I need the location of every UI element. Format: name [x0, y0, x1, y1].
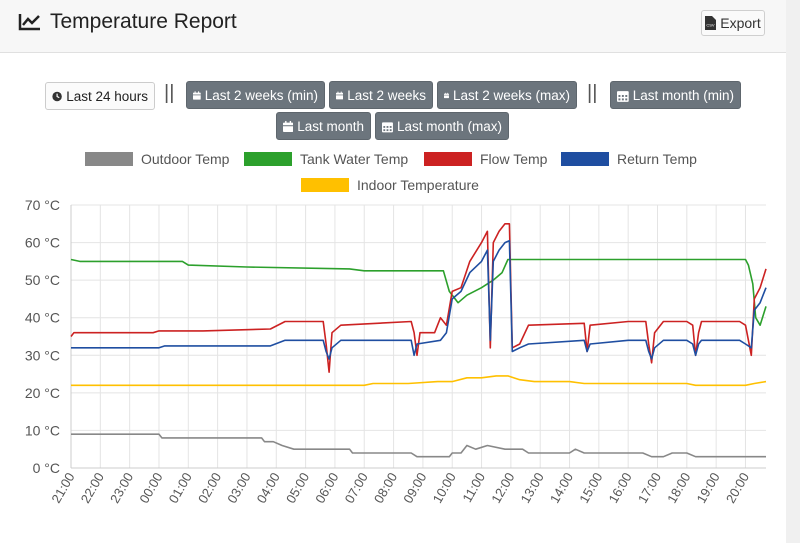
x-tick-label: 08:00: [371, 470, 400, 506]
legend-label: Tank Water Temp: [300, 151, 409, 167]
legend-swatch: [561, 152, 609, 166]
separator: ||: [587, 82, 598, 104]
last-24-hours-label: Last 24 hours: [66, 88, 148, 104]
y-tick-label: 10 °C: [25, 422, 60, 438]
x-tick-label: 20:00: [723, 470, 752, 506]
csv-file-icon: CSV: [705, 16, 717, 30]
y-tick-label: 60 °C: [25, 235, 60, 251]
scrollbar[interactable]: [786, 0, 800, 543]
legend-item-indoor[interactable]: Indoor Temperature: [301, 176, 479, 194]
calendar-grid-icon: [382, 121, 393, 132]
legend-label: Flow Temp: [480, 151, 548, 167]
y-tick-label: 50 °C: [25, 272, 60, 288]
legend-item-tank-water[interactable]: Tank Water Temp: [244, 150, 408, 168]
page-title: Temperature Report: [50, 10, 237, 33]
last-2-weeks-min-label: Last 2 weeks (min): [204, 87, 318, 103]
x-tick-label: 15:00: [576, 470, 605, 506]
legend-swatch: [244, 152, 292, 166]
calendar-icon: [444, 92, 449, 98]
x-tick-label: 10:00: [430, 470, 459, 506]
x-tick-label: 00:00: [136, 470, 165, 506]
y-tick-label: 0 °C: [33, 460, 60, 476]
calendar-icon: [193, 90, 201, 100]
last-month-button[interactable]: Last month: [276, 112, 371, 140]
last-2-weeks-max-label: Last 2 weeks (max): [452, 87, 570, 103]
y-tick-label: 20 °C: [25, 385, 60, 401]
x-tick-label: 14:00: [547, 470, 576, 506]
calendar-icon: [283, 120, 294, 132]
x-tick-label: 04:00: [254, 470, 283, 506]
calendar-grid-icon: [617, 90, 629, 102]
last-2-weeks-max-button[interactable]: Last 2 weeks (max): [437, 81, 577, 109]
y-tick-label: 30 °C: [25, 347, 60, 363]
x-tick-label: 07:00: [342, 470, 371, 506]
x-tick-label: 02:00: [195, 470, 224, 506]
x-tick-label: 23:00: [107, 470, 136, 506]
last-2-weeks-label: Last 2 weeks: [347, 87, 426, 103]
x-tick-label: 13:00: [518, 470, 547, 506]
x-tick-label: 03:00: [224, 470, 253, 506]
x-tick-label: 18:00: [664, 470, 693, 506]
last-month-max-button[interactable]: Last month (max): [375, 112, 509, 140]
line-chart-icon: [18, 14, 40, 31]
legend-label: Return Temp: [617, 151, 697, 167]
legend-label: Indoor Temperature: [357, 177, 479, 193]
last-month-min-label: Last month (min): [632, 87, 734, 103]
y-tick-label: 40 °C: [25, 310, 60, 326]
x-tick-label: 12:00: [488, 470, 517, 506]
legend-label: Outdoor Temp: [141, 151, 230, 167]
x-tick-label: 17:00: [635, 470, 664, 506]
last-24-hours-button[interactable]: Last 24 hours: [45, 82, 155, 110]
last-2-weeks-min-button[interactable]: Last 2 weeks (min): [186, 81, 325, 109]
export-button[interactable]: CSV Export: [701, 10, 765, 36]
y-tick-label: 70 °C: [25, 197, 60, 213]
temperature-chart: 0 °C 10 °C 20 °C 30 °C 40 °C 50 °C 60 °C 70 °C 2…: [25, 197, 767, 506]
legend-swatch: [85, 152, 133, 166]
x-tick-label: 09:00: [400, 470, 429, 506]
x-tick-label: 22:00: [78, 470, 107, 506]
separator: ||: [164, 82, 175, 104]
calendar-icon: [336, 91, 344, 99]
x-tick-label: 19:00: [693, 470, 722, 506]
x-tick-label: 06:00: [312, 470, 341, 506]
x-tick-label: 16:00: [606, 470, 635, 506]
report-header: Temperature Report CSV Export: [0, 0, 786, 53]
plot-area: [71, 205, 766, 468]
x-tick-label: 05:00: [283, 470, 312, 506]
last-2-weeks-button[interactable]: Last 2 weeks: [329, 81, 433, 109]
export-label: Export: [720, 15, 761, 31]
svg-text:CSV: CSV: [707, 23, 716, 28]
legend-swatch: [301, 178, 349, 192]
legend-item-outdoor[interactable]: Outdoor Temp: [85, 150, 229, 168]
x-tick-label: 01:00: [166, 470, 195, 506]
legend-swatch: [424, 152, 472, 166]
legend-item-return[interactable]: Return Temp: [561, 150, 697, 168]
clock-icon: [52, 91, 62, 101]
last-month-label: Last month: [297, 118, 364, 134]
legend-item-flow[interactable]: Flow Temp: [424, 150, 547, 168]
last-month-max-label: Last month (max): [396, 118, 502, 134]
x-tick-label: 11:00: [459, 470, 488, 505]
last-month-min-button[interactable]: Last month (min): [610, 81, 741, 109]
